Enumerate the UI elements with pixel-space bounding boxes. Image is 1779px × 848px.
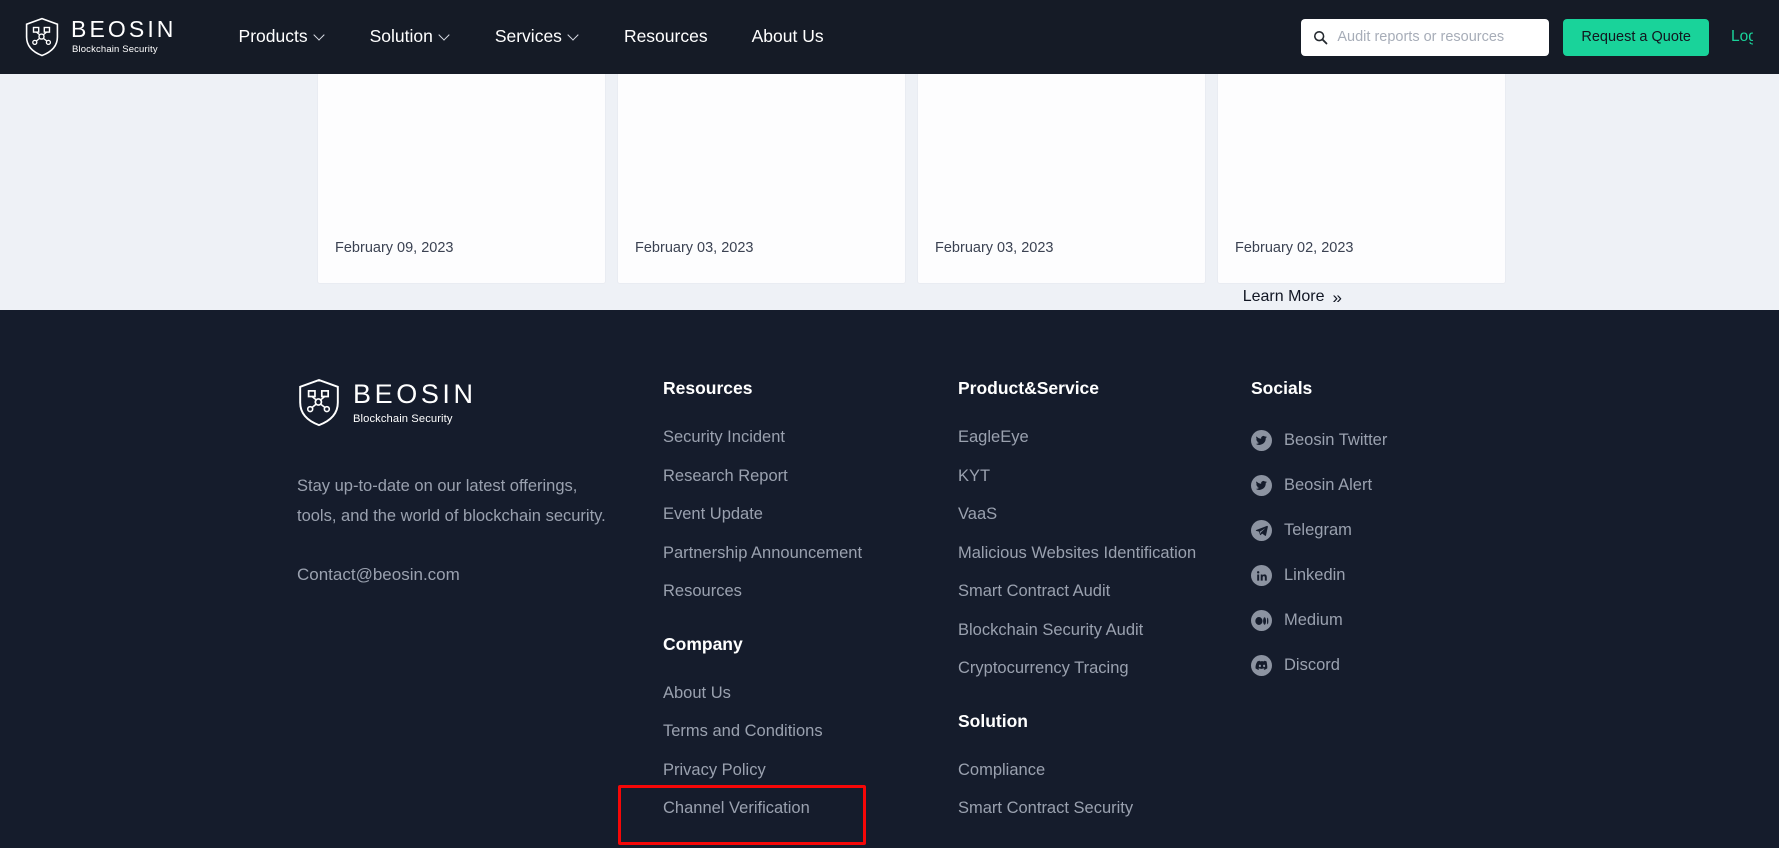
footer-link-terms-and-conditions[interactable]: Terms and Conditions: [663, 712, 913, 751]
social-label: Telegram: [1284, 521, 1352, 539]
footer-link-kyt[interactable]: KYT: [958, 457, 1228, 496]
social-link-beosin-twitter[interactable]: Beosin Twitter: [1251, 418, 1511, 463]
site-header: BEOSIN Blockchain Security Products Solu…: [0, 0, 1779, 74]
social-label: Beosin Alert: [1284, 476, 1373, 494]
nav-label: Products: [238, 26, 308, 47]
footer-link-eagleeye[interactable]: EagleEye: [958, 418, 1228, 457]
search-box[interactable]: [1301, 18, 1550, 56]
news-card-date: February 09, 2023: [335, 240, 454, 256]
footer-about-blurb: Stay up-to-date on our latest offerings,…: [297, 477, 606, 526]
header-actions: Request a Quote Login: [1301, 18, 1753, 56]
chevron-down-icon: [569, 30, 580, 41]
footer-link-research-report[interactable]: Research Report: [663, 457, 913, 496]
news-card[interactable]: February 03, 2023: [917, 74, 1206, 284]
request-a-quote-button[interactable]: Request a Quote: [1563, 18, 1709, 56]
footer-link-partnership-announcement[interactable]: Partnership Announcement: [663, 534, 913, 573]
discord-icon: [1251, 655, 1272, 676]
social-link-telegram[interactable]: Telegram: [1251, 508, 1511, 553]
nav-label: About Us: [751, 26, 824, 47]
nav-label: Resources: [623, 26, 708, 47]
beosin-shield-icon: [299, 378, 339, 427]
footer-link-about-us[interactable]: About Us: [663, 674, 913, 713]
nav-item-about-us[interactable]: About Us: [730, 28, 846, 46]
news-cards-section: February 09, 2023 Money Laundering by Tr…: [0, 74, 1779, 310]
brand-name: BEOSIN: [71, 16, 177, 43]
social-label: Medium: [1284, 611, 1343, 629]
footer-heading-resources: Resources: [663, 378, 753, 398]
chevron-double-right-icon: »: [1332, 287, 1343, 307]
chevron-down-icon: [440, 30, 451, 41]
news-card[interactable]: February 09, 2023: [317, 74, 606, 284]
footer-link-smart-contract-security[interactable]: Smart Contract Security: [958, 789, 1228, 828]
nav-item-solution[interactable]: Solution: [348, 28, 473, 46]
brand-tagline: Blockchain Security: [72, 44, 158, 56]
twitter-icon: [1251, 475, 1272, 496]
news-card-date: February 03, 2023: [935, 240, 1054, 256]
news-card[interactable]: February 02, 2023: [1217, 74, 1506, 284]
news-cards-row: February 09, 2023 Money Laundering by Tr…: [317, 74, 1506, 284]
footer-link-malicious-websites-identification[interactable]: Malicious Websites Identification: [958, 534, 1228, 573]
nav-label: Solution: [369, 26, 433, 47]
footer-link-event-update[interactable]: Event Update: [663, 495, 913, 534]
footer-link-security-incident[interactable]: Security Incident: [663, 418, 913, 457]
footer-link-resources[interactable]: Resources: [663, 572, 913, 611]
footer-heading-socials: Socials: [1251, 378, 1313, 398]
footer-link-smart-contract-audit[interactable]: Smart Contract Audit: [958, 572, 1228, 611]
social-link-discord[interactable]: Discord: [1251, 643, 1511, 688]
footer-socials-column: Socials Beosin Twitter Beosin Alert Tele…: [1251, 378, 1511, 688]
nav-item-resources[interactable]: Resources: [602, 28, 730, 46]
medium-icon: [1251, 610, 1272, 631]
footer-link-privacy-policy[interactable]: Privacy Policy: [663, 751, 913, 790]
footer-heading-company: Company: [663, 633, 743, 654]
beosin-shield-icon: [25, 17, 59, 57]
footer-product-service-column: Product&Service EagleEye KYT VaaS Malici…: [958, 378, 1228, 828]
login-link[interactable]: Login: [1731, 28, 1753, 46]
footer-link-blockchain-security-audit[interactable]: Blockchain Security Audit: [958, 611, 1228, 650]
social-link-medium[interactable]: Medium: [1251, 598, 1511, 643]
footer-heading-solution: Solution: [958, 710, 1028, 731]
social-link-beosin-alert[interactable]: Beosin Alert: [1251, 463, 1511, 508]
learn-more-label: Learn More: [1242, 288, 1325, 305]
social-label: Linkedin: [1284, 566, 1346, 584]
footer-about-column: BEOSIN Blockchain Security Stay up-to-da…: [297, 378, 647, 585]
social-label: Beosin Twitter: [1284, 431, 1388, 449]
footer-brand-name: BEOSIN: [353, 379, 477, 410]
footer-link-cryptocurrency-tracing[interactable]: Cryptocurrency Tracing: [958, 649, 1228, 688]
twitter-icon: [1251, 430, 1272, 451]
news-card[interactable]: Money Laundering by Tracking Crypto Tran…: [617, 74, 906, 284]
telegram-icon: [1251, 520, 1272, 541]
footer-brand-logo[interactable]: BEOSIN Blockchain Security: [297, 378, 647, 427]
chevron-down-icon: [315, 30, 326, 41]
site-footer: BEOSIN Blockchain Security Stay up-to-da…: [0, 310, 1779, 848]
news-card-date: February 03, 2023: [635, 240, 754, 256]
brand-logo[interactable]: BEOSIN Blockchain Security: [24, 17, 177, 57]
nav-label: Services: [494, 26, 562, 47]
nav-item-services[interactable]: Services: [473, 28, 602, 46]
footer-link-channel-verification[interactable]: Channel Verification: [663, 789, 913, 828]
search-icon: [1314, 30, 1328, 44]
social-link-linkedin[interactable]: Linkedin: [1251, 553, 1511, 598]
main-navigation: Products Solution Services Resources Abo…: [229, 28, 846, 46]
footer-link-vaas[interactable]: VaaS: [958, 495, 1228, 534]
learn-more-link[interactable]: Learn More »: [1242, 287, 1343, 307]
social-label: Discord: [1284, 656, 1340, 674]
footer-link-compliance[interactable]: Compliance: [958, 751, 1228, 790]
contact-email-link[interactable]: Contact@beosin.com: [297, 565, 460, 585]
nav-item-products[interactable]: Products: [229, 28, 348, 46]
footer-resources-column: Resources Security Incident Research Rep…: [663, 378, 913, 828]
page-viewport: BEOSIN Blockchain Security Products Solu…: [0, 0, 1779, 848]
search-input[interactable]: [1337, 29, 1538, 45]
linkedin-icon: [1251, 565, 1272, 586]
footer-brand-tagline: Blockchain Security: [353, 412, 453, 425]
news-card-date: February 02, 2023: [1235, 240, 1354, 256]
footer-heading-product-service: Product&Service: [958, 378, 1100, 398]
